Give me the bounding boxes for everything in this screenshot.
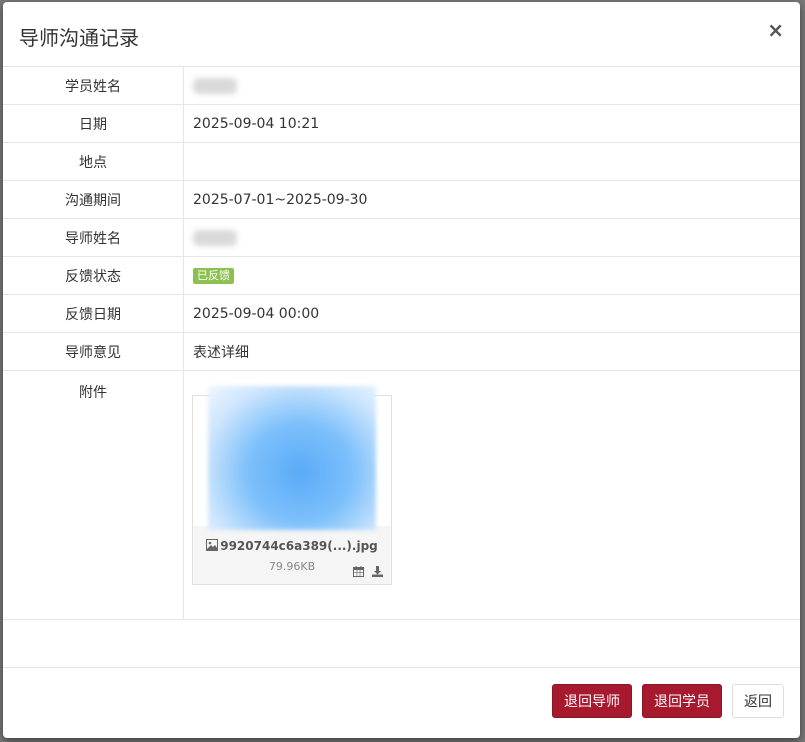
redacted-mentor-name bbox=[193, 229, 237, 246]
row-date: 日期 2025-09-04 10:21 bbox=[3, 105, 800, 143]
field-value bbox=[184, 143, 800, 180]
attachment-thumbnail[interactable] bbox=[208, 386, 376, 530]
return-to-mentor-button[interactable]: 退回导师 bbox=[552, 684, 632, 718]
field-label: 导师意见 bbox=[3, 333, 184, 370]
modal-header: 导师沟通记录 × bbox=[3, 2, 800, 67]
redacted-student-name bbox=[193, 77, 237, 94]
calendar-icon[interactable] bbox=[353, 566, 364, 577]
image-icon bbox=[206, 539, 219, 551]
field-label: 导师姓名 bbox=[3, 219, 184, 256]
attachment-file-name: 9920744c6a389(...).jpg bbox=[220, 539, 378, 553]
modal-footer: 退回导师 退回学员 返回 bbox=[3, 667, 800, 738]
modal-title: 导师沟通记录 bbox=[19, 26, 139, 50]
row-location: 地点 bbox=[3, 143, 800, 181]
row-mentor-opinion: 导师意见 表述详细 bbox=[3, 333, 800, 371]
row-feedback-status: 反馈状态 已反馈 bbox=[3, 257, 800, 295]
row-student-name: 学员姓名 bbox=[3, 67, 800, 105]
close-button[interactable]: × bbox=[767, 20, 784, 40]
field-value: 表述详细 bbox=[193, 344, 249, 361]
field-label: 学员姓名 bbox=[3, 67, 184, 104]
field-label: 反馈日期 bbox=[3, 295, 184, 332]
status-badge: 已反馈 bbox=[193, 267, 234, 284]
row-mentor-name: 导师姓名 bbox=[3, 219, 800, 257]
field-label: 日期 bbox=[3, 105, 184, 142]
mentor-communication-modal: 导师沟通记录 × 学员姓名 日期 2025-09-04 10:21 地点 沟通期… bbox=[3, 2, 800, 738]
field-label: 附件 bbox=[3, 371, 184, 619]
field-value: 2025-09-04 10:21 bbox=[193, 115, 320, 132]
attachment-card[interactable]: 9920744c6a389(...).jpg 79.96KB bbox=[192, 386, 392, 585]
back-button[interactable]: 返回 bbox=[732, 684, 784, 718]
field-label: 地点 bbox=[3, 143, 184, 180]
row-attachment: 附件 9920744c6a389(...).jpg 79.96KB bbox=[3, 371, 800, 620]
detail-table: 学员姓名 日期 2025-09-04 10:21 地点 沟通期间 2025-07… bbox=[3, 67, 800, 620]
field-value: 2025-09-04 00:00 bbox=[193, 305, 320, 322]
field-value: 2025-07-01~2025-09-30 bbox=[193, 191, 368, 208]
row-period: 沟通期间 2025-07-01~2025-09-30 bbox=[3, 181, 800, 219]
field-label: 反馈状态 bbox=[3, 257, 184, 294]
row-feedback-date: 反馈日期 2025-09-04 00:00 bbox=[3, 295, 800, 333]
field-label: 沟通期间 bbox=[3, 181, 184, 218]
return-to-student-button[interactable]: 退回学员 bbox=[642, 684, 722, 718]
download-icon[interactable] bbox=[372, 566, 383, 577]
